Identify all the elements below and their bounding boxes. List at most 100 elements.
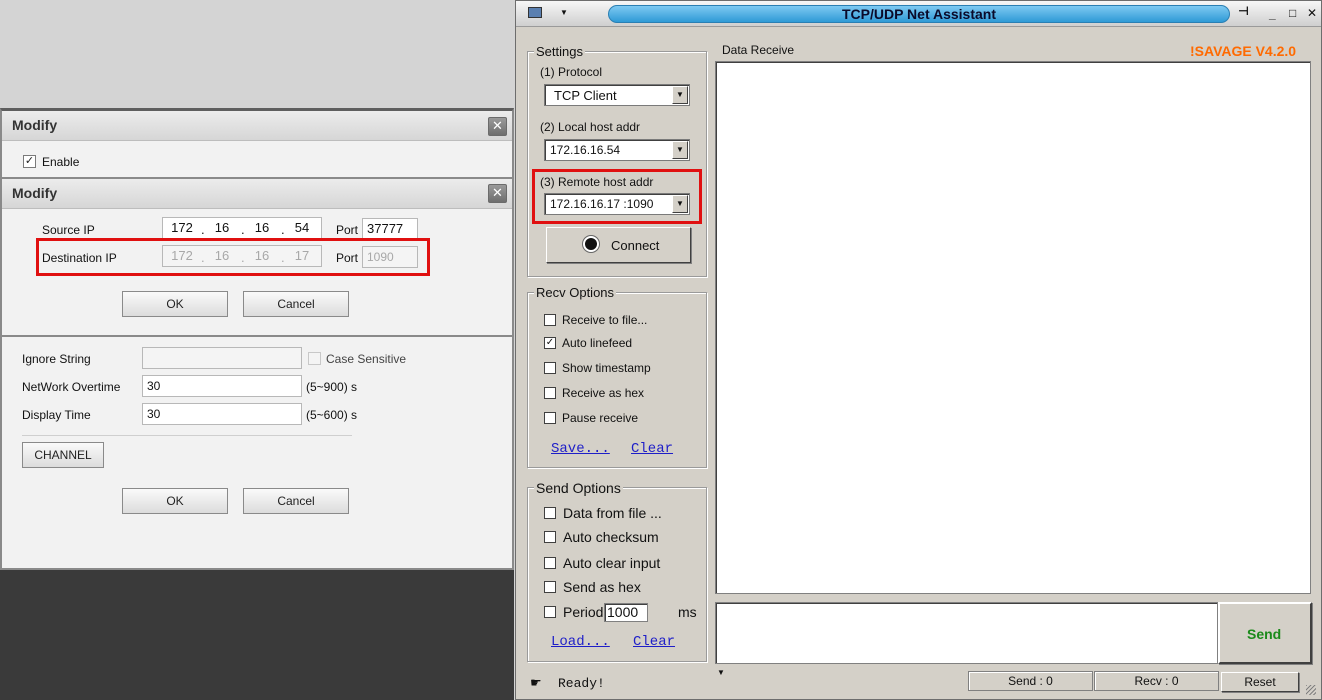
ip-separator: . (281, 222, 285, 237)
load-link[interactable]: Load... (551, 634, 610, 650)
recv-clear-link[interactable]: Clear (631, 441, 673, 457)
version-label: !SAVAGE V4.2.0 (1190, 43, 1297, 59)
period-label: Period (563, 604, 604, 620)
local-host-select[interactable]: 172.16.16.54 ▼ (544, 139, 690, 161)
display-time-range: (5~600) s (306, 408, 358, 422)
send-as-hex-checkbox[interactable] (544, 581, 556, 593)
send-as-hex-label: Send as hex (563, 579, 641, 595)
maximize-icon[interactable]: □ (1289, 6, 1296, 20)
auto-checksum-label: Auto checksum (563, 529, 659, 545)
local-host-label: (2) Local host addr (540, 120, 641, 134)
chevron-down-icon[interactable]: ▼ (672, 141, 688, 159)
close-icon: ✕ (492, 185, 503, 200)
titlebar: ▼ TCP/UDP Net Assistant ⊣ _ □ ✕ (516, 1, 1321, 27)
pause-receive-label: Pause receive (562, 411, 639, 425)
source-port-input[interactable]: 37777 (362, 218, 418, 240)
channel-button[interactable]: CHANNEL (22, 442, 104, 468)
auto-linefeed-label: Auto linefeed (562, 336, 633, 350)
protocol-select[interactable]: TCP Client ▼ (544, 84, 690, 106)
source-ip-input[interactable]: 172 . 16 . 16 . 54 (162, 217, 322, 239)
receive-to-file-checkbox[interactable] (544, 314, 556, 326)
case-sensitive-checkbox[interactable] (308, 352, 321, 365)
receive-to-file-label: Receive to file... (562, 313, 648, 327)
period-unit: ms (678, 604, 697, 620)
data-from-file-checkbox[interactable] (544, 507, 556, 519)
connect-label: Connect (611, 238, 660, 253)
close-icon[interactable]: ✕ (1307, 6, 1317, 20)
send-count: Send : 0 (968, 671, 1093, 691)
modify-dialog-inner: Modify ✕ Source IP 172 . 16 . 16 . 54 Po… (2, 177, 512, 337)
connect-button[interactable]: Connect (546, 227, 691, 263)
settings-title: Settings (534, 44, 585, 59)
enable-checkbox[interactable]: ✓ (23, 155, 36, 168)
display-time-label: Display Time (22, 408, 91, 422)
close-icon: ✕ (492, 118, 503, 133)
chevron-down-icon[interactable]: ▼ (560, 8, 568, 17)
source-ip-octet-3: 16 (254, 220, 270, 235)
protocol-value: TCP Client (554, 88, 617, 103)
auto-clear-input-checkbox[interactable] (544, 557, 556, 569)
send-input-textarea[interactable] (715, 602, 1218, 664)
ok-button-2[interactable]: OK (122, 488, 228, 514)
send-options-title: Send Options (534, 480, 623, 496)
divider (22, 435, 352, 436)
ignore-string-input[interactable] (142, 347, 302, 369)
destination-highlight-box (36, 238, 430, 276)
app-icon[interactable] (528, 7, 542, 18)
chevron-down-icon[interactable]: ▼ (672, 86, 688, 104)
status-ready-text: Ready! (558, 676, 605, 691)
save-link[interactable]: Save... (551, 441, 610, 457)
auto-checksum-checkbox[interactable] (544, 531, 556, 543)
chevron-down-icon[interactable]: ▼ (717, 668, 725, 677)
dialog-title-outer: Modify (2, 111, 512, 141)
network-overtime-range: (5~900) s (306, 380, 358, 394)
period-checkbox[interactable] (544, 606, 556, 618)
settings-group: Settings (1) Protocol TCP Client ▼ (2) L… (527, 44, 707, 277)
ip-separator: . (241, 222, 245, 237)
window-title: TCP/UDP Net Assistant (608, 5, 1230, 23)
pause-receive-checkbox[interactable] (544, 412, 556, 424)
resize-grip-icon[interactable] (1306, 685, 1316, 695)
dialog-title-text: Modify (12, 185, 58, 201)
pin-icon[interactable]: ⊣ (1238, 4, 1249, 18)
recv-count: Recv : 0 (1094, 671, 1219, 691)
connect-status-icon (585, 238, 597, 250)
send-options-group: Send Options Data from file ... Auto che… (527, 480, 707, 662)
data-receive-textarea[interactable] (715, 61, 1311, 594)
close-inner-dialog-button[interactable]: ✕ (488, 184, 507, 203)
recv-options-title: Recv Options (534, 285, 617, 300)
dialog-title-text: Modify (12, 117, 58, 133)
ip-separator: . (201, 222, 205, 237)
minimize-icon[interactable]: _ (1269, 7, 1276, 21)
recv-options-group: Recv Options Receive to file... ✓ Auto l… (527, 285, 707, 468)
cancel-button[interactable]: Cancel (243, 291, 349, 317)
protocol-label: (1) Protocol (540, 65, 603, 79)
case-sensitive-label: Case Sensitive (326, 352, 407, 366)
send-button-label: Send (1247, 626, 1282, 642)
auto-linefeed-checkbox[interactable]: ✓ (544, 337, 556, 349)
network-overtime-input[interactable]: 30 (142, 375, 302, 397)
data-from-file-label: Data from file ... (563, 505, 662, 521)
display-time-input[interactable]: 30 (142, 403, 302, 425)
receive-as-hex-label: Receive as hex (562, 386, 645, 400)
source-ip-label: Source IP (42, 223, 95, 237)
reset-button[interactable]: Reset (1221, 672, 1299, 692)
hand-pointer-icon: ☛ (530, 675, 542, 690)
modify-dialog-outer: Modify ✕ ✓ Enable Modify ✕ Source IP 172… (0, 108, 514, 570)
send-button[interactable]: Send (1218, 602, 1312, 664)
source-port-label: Port (336, 223, 359, 237)
source-ip-octet-1: 172 (171, 220, 193, 235)
period-input[interactable]: 1000 (604, 603, 648, 622)
remote-host-highlight-box (532, 169, 702, 224)
receive-as-hex-checkbox[interactable] (544, 387, 556, 399)
show-timestamp-checkbox[interactable] (544, 362, 556, 374)
data-receive-label: Data Receive (722, 43, 795, 57)
dialog-title-inner: Modify (2, 179, 512, 209)
source-ip-octet-4: 54 (294, 220, 310, 235)
background-panel-dark (0, 570, 514, 700)
ok-button[interactable]: OK (122, 291, 228, 317)
cancel-button-2[interactable]: Cancel (243, 488, 349, 514)
local-host-value: 172.16.16.54 (550, 143, 621, 157)
send-clear-link[interactable]: Clear (633, 634, 675, 650)
close-outer-dialog-button[interactable]: ✕ (488, 117, 507, 136)
